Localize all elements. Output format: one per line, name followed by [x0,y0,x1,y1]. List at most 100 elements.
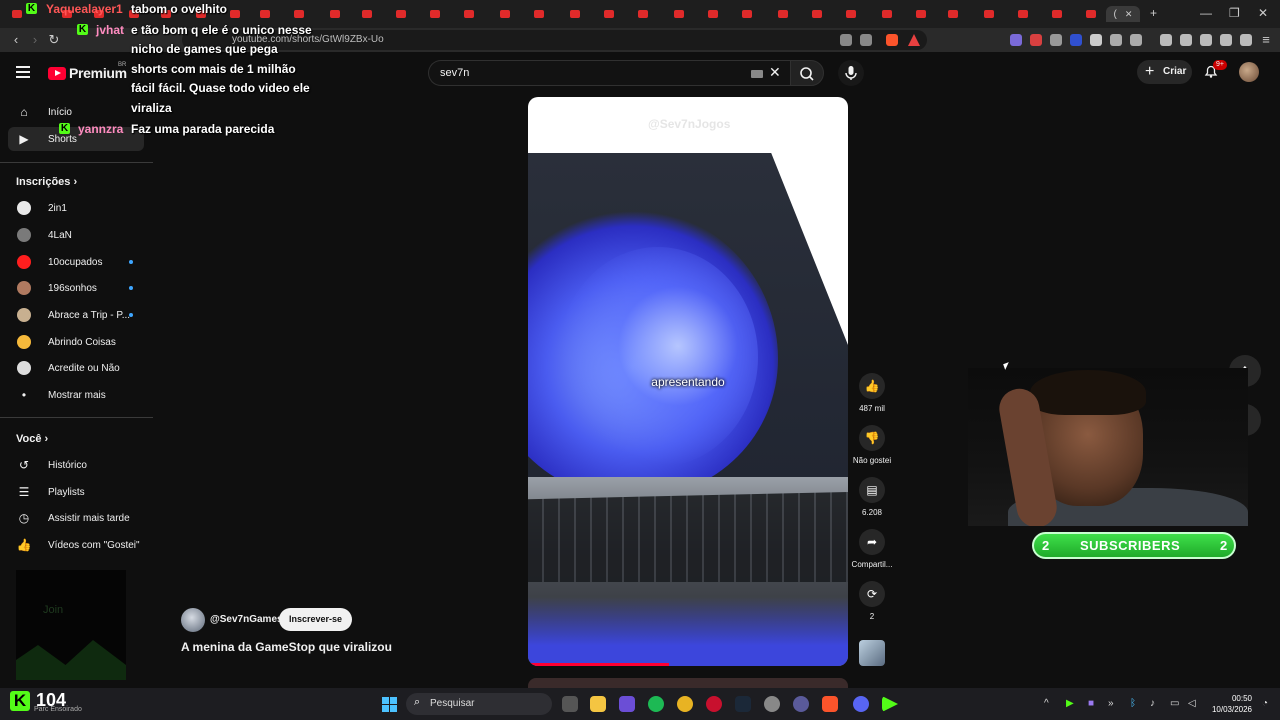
short-action-remix[interactable]: ⟳ 2 [850,581,894,621]
close-tab-icon[interactable]: ✕ [1125,9,1133,20]
channel-name[interactable]: @Sev7nGames [210,614,283,625]
browser-tab[interactable] [912,6,930,22]
puzzle-icon[interactable] [1110,34,1122,46]
wallet-icon[interactable] [1200,34,1212,46]
network-icon[interactable]: ▭ [1170,698,1179,709]
vpn-icon[interactable] [1240,34,1252,46]
create-button[interactable]: + Criar [1137,60,1192,84]
clear-search-icon[interactable]: ✕ [769,64,781,81]
minimize-button[interactable]: — [1200,6,1212,20]
windows-start-icon[interactable] [382,697,397,712]
media-icon[interactable] [1160,34,1172,46]
browser-tab[interactable] [944,6,962,22]
browser-tab[interactable] [1014,6,1032,22]
browser-tab[interactable] [1048,6,1066,22]
file-explorer-icon[interactable] [590,696,606,712]
browser-tab[interactable] [808,6,826,22]
active-browser-tab[interactable]: (✕ [1106,6,1140,22]
app-icon[interactable] [793,696,809,712]
keyboard-icon[interactable] [751,70,763,78]
extension-icon[interactable] [1090,34,1102,46]
audio-source-thumbnail[interactable] [859,640,885,666]
like-icon[interactable]: 👍 [859,373,885,399]
sidebar-item[interactable]: 4LaN [0,223,144,247]
sidebar-item[interactable]: 10ocupados [0,250,144,274]
brave-shield-icon[interactable] [886,34,898,46]
sidebar-item[interactable]: 196sonhos [0,276,144,300]
sidebar-item[interactable]: ↺ Histórico [0,453,144,477]
video-progress-bar[interactable] [528,663,669,666]
tray-expand-icon[interactable]: ^ [1044,698,1049,709]
spotify-icon[interactable] [648,696,664,712]
menu-icon[interactable]: ≡ [1258,32,1274,48]
subscribe-button[interactable]: Inscrever-se [279,608,352,631]
extension-icon[interactable] [1070,34,1082,46]
sidebar-item[interactable]: Abrindo Coisas [0,330,144,354]
sidebar-item[interactable]: • Mostrar mais [0,383,144,407]
browser-tab[interactable] [566,6,584,22]
tray-app-icon[interactable]: ■ [1088,698,1094,709]
cast-icon[interactable] [840,34,852,46]
browser-tab[interactable] [426,6,444,22]
sidebar-item[interactable]: ☰ Playlists [0,480,144,504]
browser-tab[interactable] [496,6,514,22]
chrome-icon[interactable] [677,696,693,712]
browser-tab[interactable] [704,6,722,22]
search-button[interactable] [790,60,824,86]
bluetooth-icon[interactable]: ᛒ [1130,698,1136,709]
brave-icon[interactable] [822,696,838,712]
sidebar-icon[interactable] [1180,34,1192,46]
tray-app-icon[interactable]: ▶ [1066,698,1074,709]
voice-search-button[interactable] [838,60,864,86]
notification-center-icon[interactable]: ◔ [1262,698,1268,709]
subscriptions-title[interactable]: Inscrições › [16,176,77,188]
browser-tab[interactable] [600,6,618,22]
channel-avatar[interactable] [181,608,205,632]
browser-tab[interactable] [878,6,896,22]
extension-icon[interactable] [1010,34,1022,46]
mic-tray-icon[interactable]: ♪ [1150,698,1155,709]
search-input[interactable]: sev7n ✕ [428,60,792,86]
leo-icon[interactable] [1220,34,1232,46]
maximize-button[interactable]: ❐ [1229,6,1240,20]
taskbar-search[interactable]: ⌕ Pesquisar [406,693,552,715]
sidebar-item[interactable]: 👍 Vídeos com "Gostei" [0,533,144,557]
close-window-button[interactable]: ✕ [1258,6,1268,20]
browser-tab[interactable] [530,6,548,22]
extension-icon[interactable] [1050,34,1062,46]
task-view-icon[interactable] [562,696,578,712]
browser-tab[interactable] [670,6,688,22]
sidebar-item[interactable]: Acredite ou Não [0,356,144,380]
tray-app-icon[interactable]: » [1108,698,1114,709]
browser-tab[interactable] [980,6,998,22]
browser-tab[interactable] [774,6,792,22]
browser-tab[interactable] [460,6,478,22]
browser-tab[interactable] [1082,6,1100,22]
short-action-dislike[interactable]: 👎 Não gostei [850,425,894,465]
sidebar-item[interactable]: ◷ Assistir mais tarde [0,506,144,530]
new-tab-button[interactable]: + [1150,6,1157,20]
obs-icon[interactable] [882,696,898,712]
opera-icon[interactable] [706,696,722,712]
share-icon[interactable]: ➦ [859,529,885,555]
screenshot-icon[interactable] [1130,34,1142,46]
short-action-comments[interactable]: ▤ 6.208 [850,477,894,517]
sidebar-item[interactable]: Abrace a Trip - P... [0,303,144,327]
short-action-share[interactable]: ➦ Compartil... [850,529,894,569]
app-grid-icon[interactable] [619,696,635,712]
share-page-icon[interactable] [860,34,872,46]
sidebar-item[interactable]: 2in1 [0,196,144,220]
browser-tab[interactable] [392,6,410,22]
short-title[interactable]: A menina da GameStop que viralizou [181,640,392,654]
browser-tab[interactable] [358,6,376,22]
browser-tab[interactable] [634,6,652,22]
volume-icon[interactable]: ◁ [1188,698,1196,709]
comments-icon[interactable]: ▤ [859,477,885,503]
dislike-icon[interactable]: 👎 [859,425,885,451]
browser-tab[interactable] [738,6,756,22]
app-icon[interactable] [764,696,780,712]
you-title[interactable]: Você › [16,433,48,445]
account-avatar[interactable] [1239,62,1259,82]
discord-icon[interactable] [853,696,869,712]
shorts-video-player[interactable]: @Sev7nJogos apresentando [528,97,848,666]
